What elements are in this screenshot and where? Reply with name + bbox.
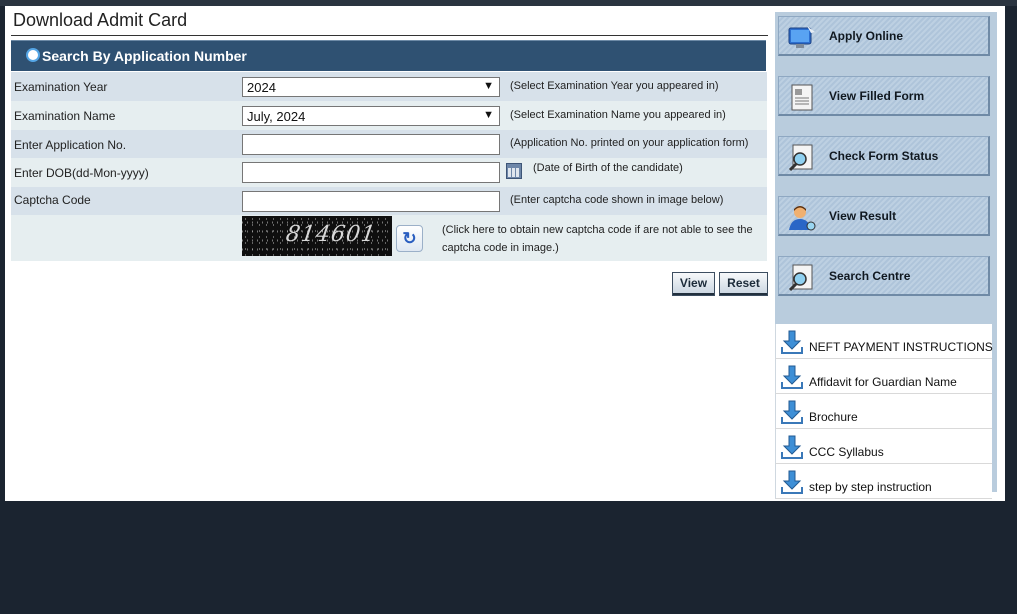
download-item-neft[interactable]: NEFT PAYMENT INSTRUCTIONS: [775, 324, 993, 359]
download-item-ccc-syllabus[interactable]: CCC Syllabus: [775, 429, 992, 464]
captcha-image-label-cell: [11, 215, 239, 261]
chevron-down-icon: ▼: [483, 80, 494, 92]
search-by-application-header: Search By Application Number: [11, 40, 766, 71]
exam-year-hint: (Select Examination Year you appeared in…: [510, 80, 719, 92]
radio-selected-icon[interactable]: [26, 48, 40, 62]
captcha-image: 814601: [242, 216, 392, 256]
application-no-input[interactable]: [242, 134, 500, 155]
reset-button[interactable]: Reset: [719, 272, 768, 296]
view-filled-form-button[interactable]: View Filled Form: [778, 76, 990, 116]
application-no-field-cell: (Application No. printed on your applica…: [239, 130, 767, 158]
apply-online-button[interactable]: Apply Online: [778, 16, 990, 56]
dob-input[interactable]: [242, 162, 500, 183]
exam-year-value: 2024: [247, 80, 276, 95]
refresh-captcha-button[interactable]: ↻: [396, 225, 423, 252]
captcha-field-cell: (Enter captcha code shown in image below…: [239, 187, 767, 215]
application-no-label-cell: Enter Application No.: [11, 130, 239, 158]
exam-name-hint: (Select Examination Name you appeared in…: [510, 109, 726, 121]
search-centre-button[interactable]: Search Centre: [778, 256, 990, 296]
exam-name-value: July, 2024: [247, 109, 306, 124]
exam-name-label-cell: Examination Name: [11, 101, 239, 130]
view-button[interactable]: View: [672, 272, 715, 296]
section-title: Search By Application Number: [42, 48, 247, 64]
exam-year-row: Examination Year 2024 ▼ (Select Examinat…: [11, 72, 767, 101]
computer-icon: [788, 26, 815, 48]
download-item-label: Brochure: [809, 410, 858, 424]
downloads-list: NEFT PAYMENT INSTRUCTIONS Affidavit for …: [775, 324, 993, 499]
exam-year-label: Examination Year: [14, 80, 108, 94]
dob-label-cell: Enter DOB(dd-Mon-yyyy): [11, 158, 239, 187]
download-arrow-icon: [781, 470, 803, 494]
exam-year-label-cell: Examination Year: [11, 72, 239, 101]
title-divider: [11, 35, 768, 36]
download-item-label: Affidavit for Guardian Name: [809, 375, 957, 389]
view-result-button[interactable]: View Result: [778, 196, 990, 236]
exam-year-field-cell: 2024 ▼ (Select Examination Year you appe…: [239, 72, 767, 101]
calendar-icon[interactable]: [506, 163, 522, 179]
captcha-refresh-hint: (Click here to obtain new captcha code i…: [442, 224, 753, 254]
apply-online-label: Apply Online: [829, 29, 904, 43]
captcha-image-row: 814601 ↻ (Click here to obtain new captc…: [11, 215, 767, 261]
download-item-label: CCC Syllabus: [809, 445, 884, 459]
exam-name-field-cell: July, 2024 ▼ (Select Examination Name yo…: [239, 101, 767, 130]
dob-row: Enter DOB(dd-Mon-yyyy) (Date of Birth of…: [11, 158, 767, 187]
magnifier-document-icon: [788, 144, 813, 172]
chevron-down-icon: ▼: [483, 109, 494, 121]
check-form-status-button[interactable]: Check Form Status: [778, 136, 990, 176]
download-item-label: step by step instruction: [809, 480, 932, 494]
view-filled-form-label: View Filled Form: [829, 89, 925, 103]
download-arrow-icon: [781, 435, 803, 459]
application-no-hint: (Application No. printed on your applica…: [510, 137, 749, 149]
dob-field-cell: (Date of Birth of the candidate): [239, 158, 767, 187]
exam-name-select[interactable]: July, 2024 ▼: [242, 106, 500, 126]
exam-name-row: Examination Name July, 2024 ▼ (Select Ex…: [11, 101, 767, 130]
dob-label: Enter DOB(dd-Mon-yyyy): [14, 166, 149, 180]
sidebar: Apply Online View Filled Form Check Form…: [775, 12, 997, 499]
exam-name-label: Examination Name: [14, 109, 116, 123]
dob-hint: (Date of Birth of the candidate): [533, 162, 683, 174]
document-icon: [791, 84, 813, 111]
search-centre-label: Search Centre: [829, 269, 911, 283]
captcha-image-field-cell: 814601 ↻ (Click here to obtain new captc…: [239, 215, 767, 261]
download-item-instructions[interactable]: step by step instruction: [775, 464, 992, 499]
download-arrow-icon: [781, 365, 803, 389]
captcha-hint: (Enter captcha code shown in image below…: [510, 194, 724, 206]
magnifier-document-icon: [788, 264, 813, 292]
application-no-row: Enter Application No. (Application No. p…: [11, 130, 767, 158]
captcha-input[interactable]: [242, 191, 500, 212]
refresh-icon: ↻: [402, 229, 417, 248]
view-result-label: View Result: [829, 209, 897, 223]
captcha-label: Captcha Code: [14, 193, 91, 207]
download-arrow-icon: [781, 400, 803, 424]
captcha-row: Captcha Code (Enter captcha code shown i…: [11, 187, 767, 215]
download-item-brochure[interactable]: Brochure: [775, 394, 992, 429]
application-no-label: Enter Application No.: [14, 138, 127, 152]
download-item-affidavit[interactable]: Affidavit for Guardian Name: [775, 359, 992, 394]
captcha-image-text: 814601: [284, 222, 378, 247]
user-icon: [789, 206, 816, 231]
download-arrow-icon: [781, 330, 803, 354]
page-container: Download Admit Card Search By Applicatio…: [5, 6, 1005, 501]
check-form-status-label: Check Form Status: [829, 149, 939, 163]
captcha-label-cell: Captcha Code: [11, 187, 239, 215]
download-item-label: NEFT PAYMENT INSTRUCTIONS: [809, 340, 993, 354]
exam-year-select[interactable]: 2024 ▼: [242, 77, 500, 97]
page-title: Download Admit Card: [13, 10, 188, 30]
